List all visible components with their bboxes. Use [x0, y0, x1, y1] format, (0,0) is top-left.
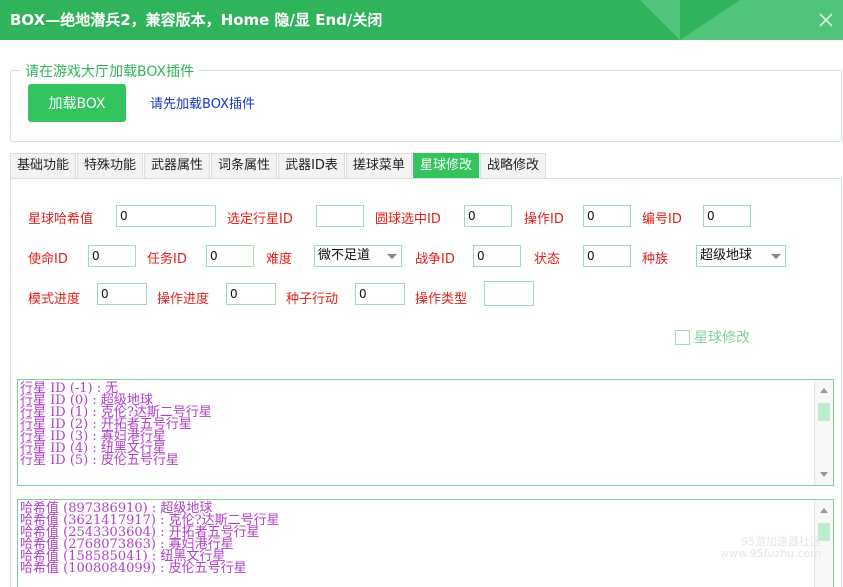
tab-affix-attrs[interactable]: 词条属性	[211, 153, 278, 178]
loader-group: 请在游戏大厅加载BOX插件	[10, 61, 842, 142]
operation-type-input[interactable]	[484, 281, 534, 306]
tab-weapon-attrs[interactable]: 武器属性	[144, 153, 211, 178]
operation-progress-input[interactable]	[226, 283, 276, 305]
planet-modify-checkbox-label: 星球修改	[694, 330, 750, 346]
close-icon	[819, 13, 833, 27]
tab-weapon-id-table[interactable]: 武器ID表	[278, 153, 345, 178]
mission-id-label: 使命ID	[28, 252, 68, 267]
war-id-label: 战争ID	[415, 252, 455, 267]
number-id-input[interactable]	[703, 205, 751, 227]
difficulty-select[interactable]: 微不足道	[314, 245, 402, 267]
race-label: 种族	[642, 252, 669, 267]
close-button[interactable]	[812, 6, 840, 34]
loader-legend: 请在游戏大厅加载BOX插件	[21, 61, 199, 81]
mode-progress-input[interactable]	[97, 283, 147, 305]
loader-hint: 请先加载BOX插件	[150, 97, 255, 112]
title-bar: BOX—绝地潜兵2，兼容版本，Home 隐/显 End/关闭	[0, 0, 843, 40]
planet-id-listbox[interactable]: 行星 ID (-1) : 无 行星 ID (0) : 超级地球 行星 ID (1…	[17, 379, 834, 486]
hash-listbox[interactable]: 哈希值 (897386910) : 超级地球 哈希值 (3621417917) …	[17, 499, 834, 587]
status-input[interactable]	[583, 245, 631, 267]
circle-selected-id-input[interactable]	[464, 205, 512, 227]
title-decoration	[640, 0, 680, 40]
chevron-down-icon	[771, 254, 781, 259]
list-item: 行星 ID (5) : 皮伦五号行星	[20, 453, 179, 468]
circle-selected-id-label: 圆球选中ID	[375, 212, 441, 227]
number-id-label: 编号ID	[642, 212, 682, 227]
planet-id-lines: 行星 ID (-1) : 无 行星 ID (0) : 超级地球 行星 ID (1…	[20, 382, 813, 468]
war-id-input[interactable]	[473, 245, 521, 267]
operation-id-label: 操作ID	[524, 212, 564, 227]
selected-planet-id-input[interactable]	[316, 205, 364, 227]
list-item: 哈希值 (1008084099) : 皮伦五号行星	[20, 561, 247, 576]
watermark: 95游加速器社区 www.95fuzhu.com	[720, 536, 821, 560]
title-decoration-notch	[680, 0, 740, 40]
tab-bar: 基础功能 特殊功能 武器属性 词条属性 武器ID表 搓球菜单 星球修改 战略修改	[10, 153, 547, 178]
scroll-thumb[interactable]	[818, 403, 830, 421]
planet-id-scrollbar[interactable]	[814, 380, 833, 485]
selected-planet-id-label: 选定行星ID	[227, 212, 293, 227]
seed-action-label: 种子行动	[286, 292, 339, 307]
task-id-label: 任务ID	[147, 252, 187, 267]
tab-basic[interactable]: 基础功能	[10, 153, 77, 178]
scroll-up-icon[interactable]	[820, 388, 828, 393]
operation-type-label: 操作类型	[415, 292, 468, 307]
difficulty-value: 微不足道	[318, 248, 371, 263]
scroll-up-icon[interactable]	[820, 508, 828, 513]
mode-progress-label: 模式进度	[28, 292, 81, 307]
load-box-button[interactable]: 加载BOX	[28, 84, 126, 122]
checkbox-box	[675, 329, 690, 345]
planet-hash-input[interactable]	[116, 205, 216, 227]
tab-strategy-modify[interactable]: 战略修改	[479, 153, 546, 178]
planet-hash-label: 星球哈希值	[28, 212, 94, 227]
hash-lines: 哈希值 (897386910) : 超级地球 哈希值 (3621417917) …	[20, 502, 813, 576]
scroll-down-icon[interactable]	[820, 472, 828, 477]
chevron-down-icon	[387, 254, 397, 259]
race-value: 超级地球	[700, 248, 753, 263]
status-label: 状态	[534, 252, 561, 267]
watermark-line2: www.95fuzhu.com	[720, 547, 822, 560]
difficulty-label: 难度	[266, 252, 293, 267]
tab-planet-modify[interactable]: 星球修改	[412, 153, 479, 178]
race-select[interactable]: 超级地球	[696, 245, 786, 267]
seed-action-input[interactable]	[355, 283, 405, 305]
planet-modify-checkbox[interactable]: 星球修改	[675, 327, 750, 347]
window-title: BOX—绝地潜兵2，兼容版本，Home 隐/显 End/关闭	[10, 11, 383, 29]
operation-id-input[interactable]	[583, 205, 631, 227]
tab-ball-menu[interactable]: 搓球菜单	[345, 153, 412, 178]
mission-id-input[interactable]	[88, 245, 136, 267]
task-id-input[interactable]	[206, 245, 254, 267]
tab-special[interactable]: 特殊功能	[77, 153, 144, 178]
operation-progress-label: 操作进度	[157, 292, 210, 307]
